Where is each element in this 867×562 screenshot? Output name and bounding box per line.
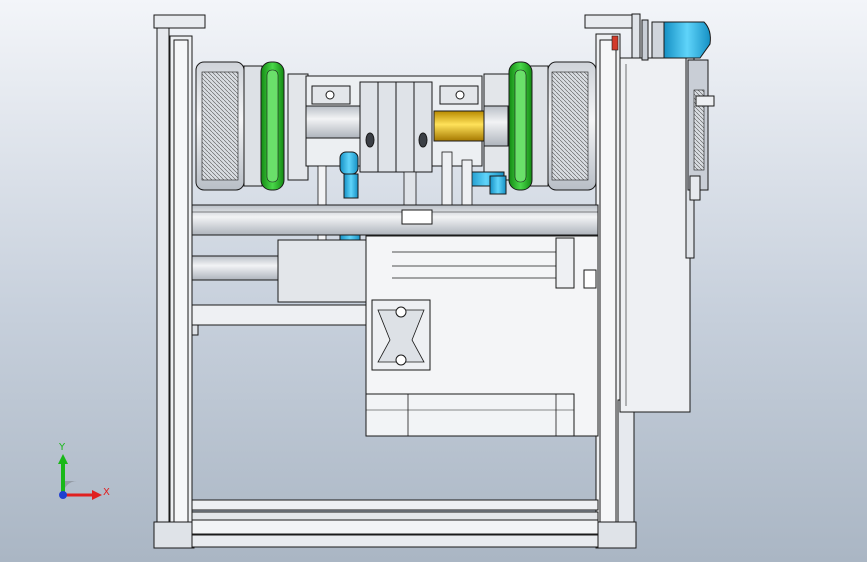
main-shaft bbox=[191, 204, 599, 236]
cad-graphics-viewport[interactable]: Y X bbox=[0, 0, 867, 562]
bottom-rails bbox=[191, 499, 599, 548]
central-coupling bbox=[305, 75, 509, 173]
cad-assembly-model[interactable] bbox=[0, 0, 867, 562]
left-roller-assembly bbox=[195, 61, 309, 191]
lower-rod bbox=[191, 239, 367, 303]
brass-bushing bbox=[433, 110, 485, 142]
y-axis-arrowhead bbox=[58, 454, 68, 464]
side-panel bbox=[619, 57, 695, 413]
x-axis-label: X bbox=[103, 487, 110, 498]
y-axis-label: Y bbox=[59, 442, 66, 453]
bracket-plate bbox=[191, 304, 371, 336]
z-axis-dot bbox=[59, 491, 67, 499]
motor-block bbox=[365, 235, 599, 437]
x-axis-arrowhead bbox=[92, 490, 102, 500]
